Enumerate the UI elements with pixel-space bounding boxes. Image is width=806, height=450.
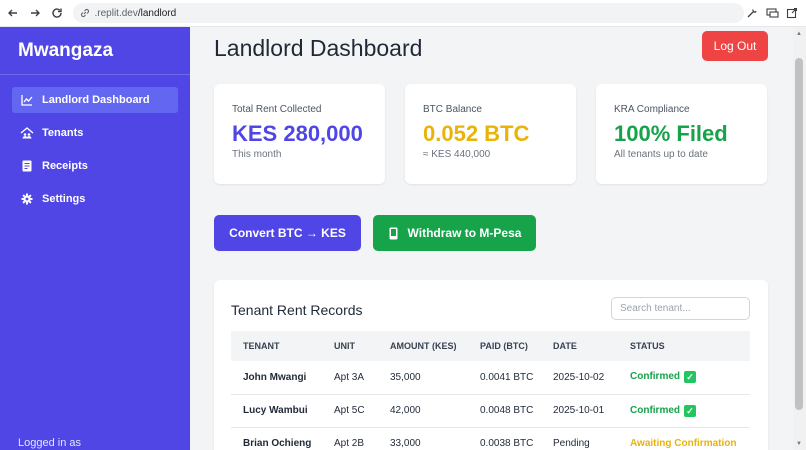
check-icon: ✓ [684,371,696,384]
unit-cell: Apt 5C [322,394,378,428]
sidebar-item-landlord-dashboard[interactable]: Landlord Dashboard [12,87,178,113]
gear-icon [20,192,34,206]
stat-card-rent: Total Rent Collected KES 280,000 This mo… [214,84,385,184]
link-icon [81,9,90,17]
column-header: PAID (BTC) [480,341,528,351]
sidebar-item-label: Landlord Dashboard [42,94,150,106]
tools-icon[interactable] [744,5,760,21]
forward-icon[interactable] [24,2,46,24]
brand-logo[interactable]: Mwangaza [0,27,190,75]
main-content: Landlord Dashboard Log Out Total Rent Co… [190,27,793,450]
records-title: Tenant Rent Records [231,302,363,318]
stat-value: 100% Filed [614,121,728,146]
tenant-name: Brian Ochieng [231,427,322,450]
logout-button[interactable]: Log Out [702,31,768,61]
column-header: DATE [553,341,577,351]
chart-icon [20,93,34,107]
table-row[interactable]: John Mwangi Apt 3A 35,000 0.0041 BTC 202… [231,361,750,395]
page-title: Landlord Dashboard [214,35,423,61]
phone-icon [388,226,400,240]
scroll-up-icon[interactable]: ▲ [795,30,803,38]
date-cell: 2025-10-02 [541,361,618,395]
date-cell: Pending [541,427,618,450]
tenant-records-table: TENANT UNIT AMOUNT (KES) PAID (BTC) DATE… [231,331,750,450]
table-row[interactable]: Lucy Wambui Apt 5C 42,000 0.0048 BTC 202… [231,394,750,428]
search-tenant-input[interactable] [611,297,750,320]
table-row[interactable]: Brian Ochieng Apt 2B 33,000 0.0038 BTC P… [231,427,750,450]
amount-cell: 35,000 [378,361,468,395]
convert-btc-button[interactable]: Convert BTC → KES [214,215,361,251]
withdraw-mpesa-button[interactable]: Withdraw to M-Pesa [373,215,536,251]
tenant-records-panel: Tenant Rent Records TENANT UNIT AMOUNT (… [214,280,768,450]
unit-cell: Apt 2B [322,427,378,450]
sidebar-item-label: Receipts [42,160,88,172]
cast-icon[interactable] [764,5,780,21]
amount-cell: 42,000 [378,394,468,428]
column-header: UNIT [334,341,355,351]
stat-value: KES 280,000 [232,121,363,146]
stat-value: 0.052 BTC [423,121,530,146]
stat-label: Total Rent Collected [232,104,322,115]
status-badge: Confirmed ✓ [618,394,750,428]
sidebar-item-label: Settings [42,193,86,205]
stat-sub: This month [232,149,282,160]
status-badge: Confirmed ✓ [618,361,750,395]
table-header-row: TENANT UNIT AMOUNT (KES) PAID (BTC) DATE… [231,331,750,361]
column-header: TENANT [243,341,280,351]
url-host: .replit.dev [94,7,138,19]
stat-sub: ≈ KES 440,000 [423,149,491,160]
reload-icon[interactable] [46,2,68,24]
amount-cell: 33,000 [378,427,468,450]
btc-cell: 0.0048 BTC [468,394,541,428]
convert-btc-label: Convert BTC → KES [229,226,346,240]
status-text: Confirmed [630,404,680,416]
status-text: Confirmed [630,371,680,383]
logged-in-label: Logged in as [18,437,81,449]
date-cell: 2025-10-01 [541,394,618,428]
tenant-name: John Mwangi [231,361,322,395]
stat-card-btc: BTC Balance 0.052 BTC ≈ KES 440,000 [405,84,576,184]
withdraw-mpesa-label: Withdraw to M-Pesa [407,226,522,240]
check-icon: ✓ [684,404,696,417]
stat-card-kra: KRA Compliance 100% Filed All tenants up… [596,84,767,184]
back-icon[interactable] [2,2,24,24]
column-header: AMOUNT (KES) [390,341,457,351]
open-in-new-icon[interactable] [784,5,800,21]
url-path: /landlord [137,7,177,19]
scroll-down-icon[interactable]: ▼ [795,440,803,448]
sidebar-item-tenants[interactable]: Tenants [12,120,178,146]
sidebar-item-label: Tenants [42,127,84,139]
stat-label: KRA Compliance [614,104,690,115]
btc-cell: 0.0038 BTC [468,427,541,450]
stat-sub: All tenants up to date [614,149,708,160]
unit-cell: Apt 3A [322,361,378,395]
receipt-icon [20,159,34,173]
page-scrollbar-thumb[interactable] [795,58,803,410]
address-bar[interactable]: .replit.dev/landlord [73,3,745,23]
status-text: Awaiting Confirmation [630,438,737,449]
status-badge: Awaiting Confirmation [618,427,750,450]
browser-toolbar: .replit.dev/landlord [0,0,806,27]
stat-label: BTC Balance [423,104,482,115]
column-header: STATUS [630,341,665,351]
sidebar-menu: Landlord Dashboard Tenants Receipts Sett… [0,75,190,212]
sidebar-item-settings[interactable]: Settings [12,186,178,212]
tenants-icon [20,126,34,140]
sidebar: Mwangaza Landlord Dashboard Tenants Rece… [0,27,190,450]
sidebar-item-receipts[interactable]: Receipts [12,153,178,179]
tenant-name: Lucy Wambui [231,394,322,428]
btc-cell: 0.0041 BTC [468,361,541,395]
